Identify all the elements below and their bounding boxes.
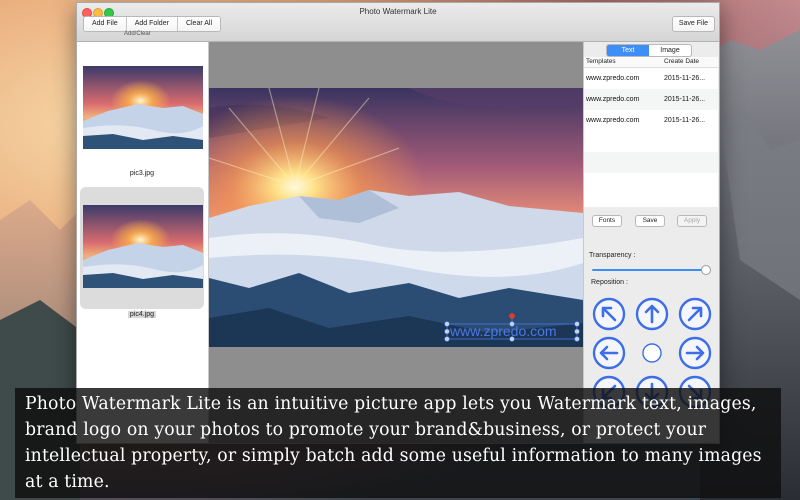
center-circle-icon[interactable] — [635, 336, 669, 370]
fonts-button[interactable]: Fonts — [592, 215, 622, 227]
thumbnail-item-selected[interactable]: pic4.jpg — [80, 187, 204, 318]
arrow-up-left-icon[interactable] — [592, 297, 626, 331]
table-row[interactable]: www.zpredo.com 2015-11-26... — [584, 68, 718, 89]
table-row[interactable]: www.zpredo.com 2015-11-26... — [584, 110, 718, 131]
settings-panel: Text Image Templates Create Date www.zpr… — [583, 42, 719, 443]
arrow-up-right-icon[interactable] — [678, 297, 712, 331]
add-file-button[interactable]: Add File — [84, 17, 127, 31]
table-header: Templates Create Date — [584, 57, 718, 68]
apply-button[interactable]: Apply — [677, 215, 707, 227]
watermark-selection-handles[interactable] — [443, 313, 583, 343]
template-actions: Fonts Save Apply — [584, 213, 718, 229]
table-row-empty — [584, 173, 718, 194]
thumbnail-image — [83, 205, 203, 288]
arrow-up-icon[interactable] — [635, 297, 669, 331]
save-file-button[interactable]: Save File — [671, 16, 715, 32]
table-row-empty — [584, 131, 718, 152]
tab-bar: Text Image — [606, 44, 692, 57]
table-row[interactable]: www.zpredo.com 2015-11-26... — [584, 89, 718, 110]
title-bar: Photo Watermark Lite Add File Add Folder… — [77, 3, 719, 42]
templates-column-header[interactable]: Templates — [584, 57, 662, 67]
preview-image — [209, 88, 583, 347]
template-name: www.zpredo.com — [586, 75, 640, 82]
app-window: Photo Watermark Lite Add File Add Folder… — [76, 2, 720, 444]
add-folder-button[interactable]: Add Folder — [126, 17, 178, 31]
create-date-column-header[interactable]: Create Date — [662, 57, 699, 67]
arrow-left-icon[interactable] — [592, 336, 626, 370]
promo-caption: Photo Watermark Lite is an intuitive pic… — [15, 388, 781, 498]
reposition-label: Reposition : — [591, 279, 628, 286]
save-template-button[interactable]: Save — [635, 215, 665, 227]
transparency-label: Transparency : — [589, 252, 636, 259]
transparency-slider-knob[interactable] — [700, 265, 711, 275]
arrow-right-icon[interactable] — [678, 336, 712, 370]
add-clear-label: Add/Clear — [124, 31, 151, 37]
tab-text[interactable]: Text — [607, 45, 649, 56]
caption-text: Photo Watermark Lite is an intuitive pic… — [25, 394, 762, 492]
template-date: 2015-11-26... — [664, 75, 706, 82]
preview-area: www.zpredo.com — [209, 42, 583, 443]
thumbnail-image — [83, 66, 203, 149]
template-date: 2015-11-26... — [664, 96, 706, 103]
add-clear-group: Add File Add Folder Clear All — [83, 16, 222, 32]
tab-image[interactable]: Image — [649, 45, 691, 56]
thumbnail-item[interactable]: pic3.jpg — [77, 54, 207, 182]
table-row-empty — [584, 152, 718, 173]
thumbnail-list: pic3.jpg pic4.jpg — [77, 42, 209, 443]
thumbnail-label: pic3.jpg — [129, 170, 155, 177]
template-name: www.zpredo.com — [586, 117, 640, 124]
templates-table: Templates Create Date www.zpredo.com 201… — [584, 57, 718, 207]
template-date: 2015-11-26... — [664, 117, 706, 124]
template-name: www.zpredo.com — [586, 96, 640, 103]
thumbnail-label: pic4.jpg — [127, 311, 157, 318]
transparency-slider-track[interactable] — [592, 269, 708, 271]
clear-all-button[interactable]: Clear All — [177, 17, 221, 31]
window-title: Photo Watermark Lite — [359, 7, 437, 16]
